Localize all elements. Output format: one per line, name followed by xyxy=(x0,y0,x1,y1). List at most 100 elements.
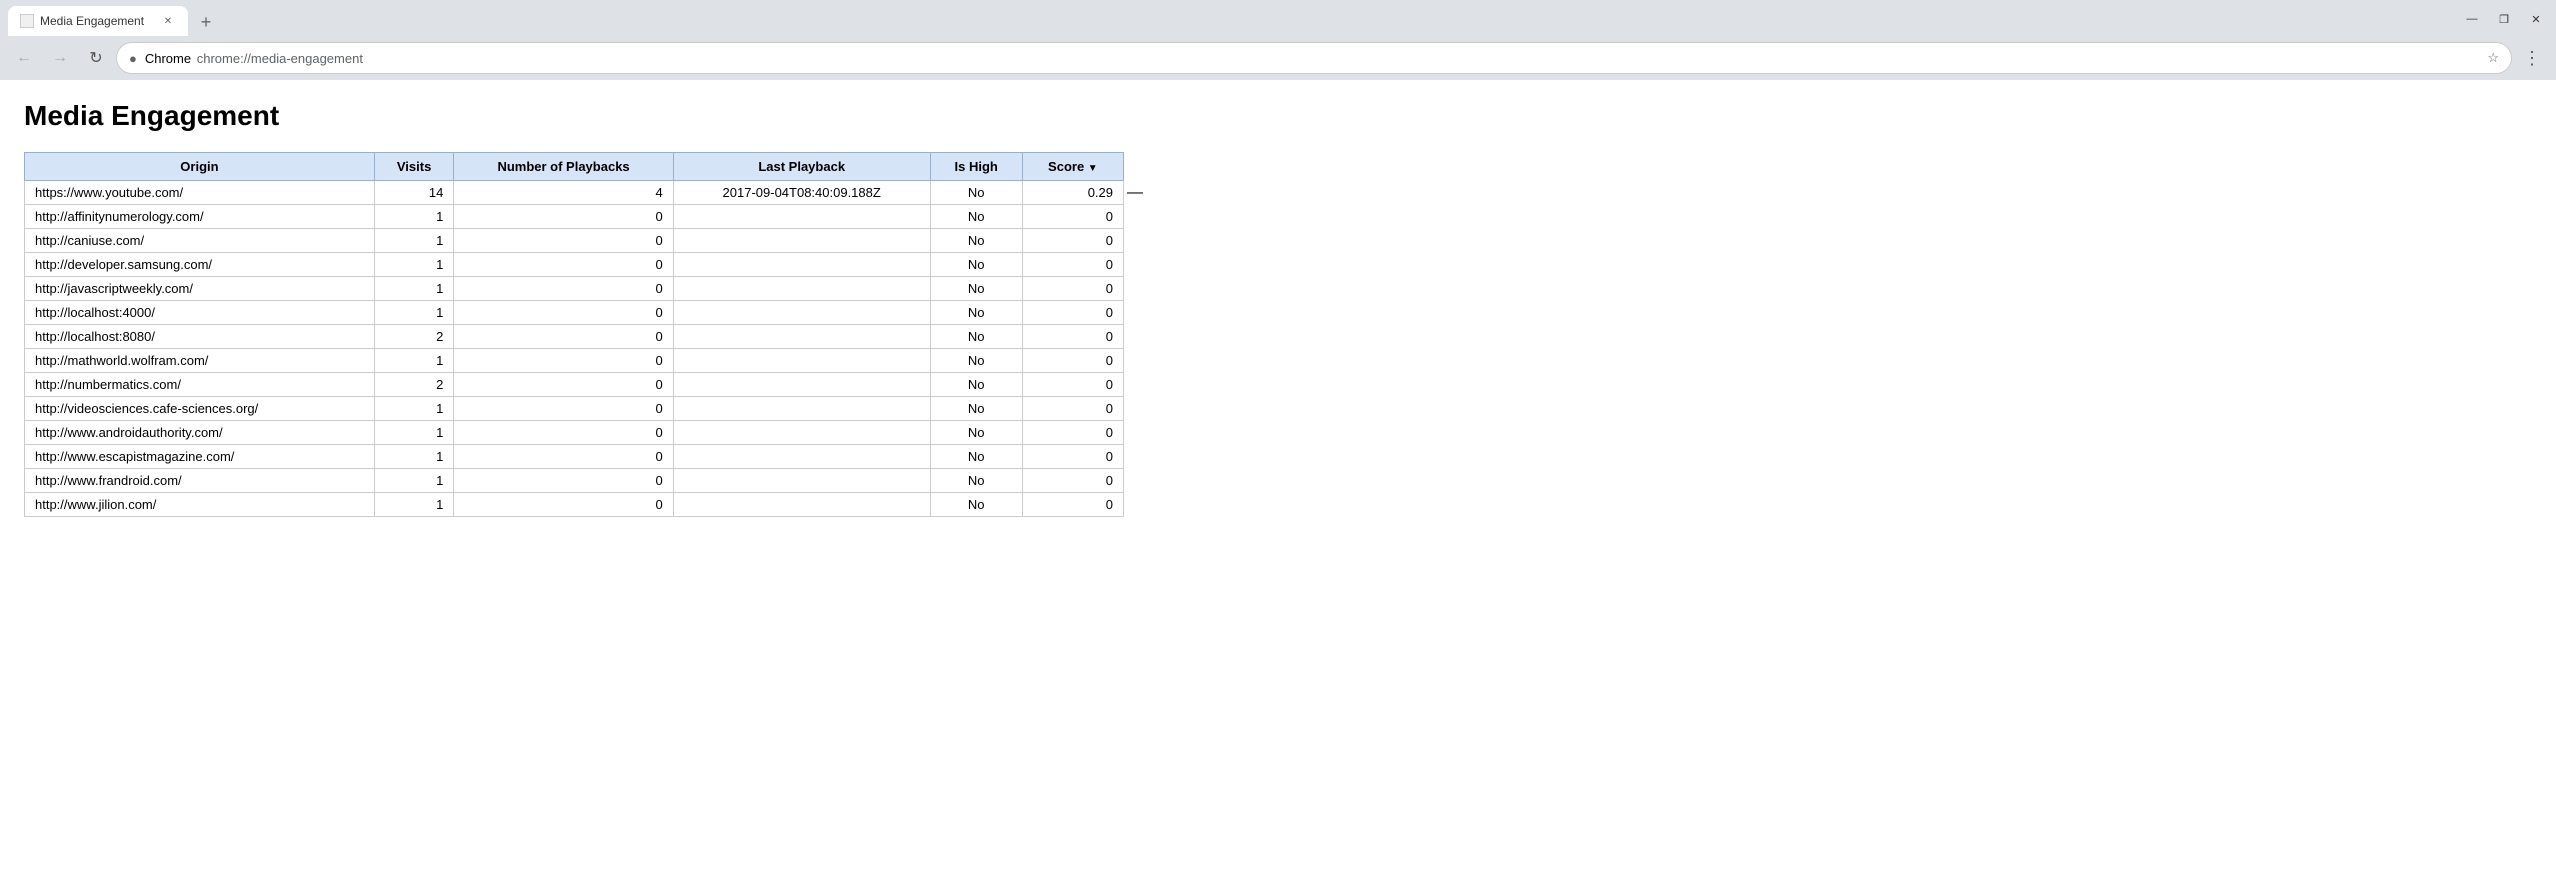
tab-favicon xyxy=(20,14,34,28)
cell-origin: http://www.jilion.com/ xyxy=(25,493,375,517)
forward-button[interactable]: → xyxy=(44,42,76,74)
cell-visits: 14 xyxy=(374,181,453,205)
cell-playbacks: 0 xyxy=(454,253,673,277)
table-row: http://www.escapistmagazine.com/10No0 xyxy=(25,445,1124,469)
page-title: Media Engagement xyxy=(24,100,2532,132)
cell-last-playback xyxy=(673,325,930,349)
toolbar: ← → ↻ ● Chrome chrome://media-engagement… xyxy=(0,36,2556,80)
cell-playbacks: 0 xyxy=(454,445,673,469)
cell-is-high: No xyxy=(930,445,1022,469)
table-row: http://developer.samsung.com/10No0 xyxy=(25,253,1124,277)
cell-last-playback xyxy=(673,445,930,469)
cell-is-high: No xyxy=(930,181,1022,205)
address-bar[interactable]: ● Chrome chrome://media-engagement ☆ xyxy=(116,42,2512,74)
cell-playbacks: 0 xyxy=(454,277,673,301)
cell-is-high: No xyxy=(930,277,1022,301)
cell-origin: http://affinitynumerology.com/ xyxy=(25,205,375,229)
cell-last-playback xyxy=(673,469,930,493)
minimize-button[interactable]: — xyxy=(2460,7,2484,31)
maximize-button[interactable]: ❐ xyxy=(2492,7,2516,31)
tab-strip: Media Engagement ✕ + xyxy=(8,6,220,36)
cell-last-playback xyxy=(673,301,930,325)
address-url: chrome://media-engagement xyxy=(193,51,363,66)
cell-visits: 1 xyxy=(374,397,453,421)
cell-is-high: No xyxy=(930,253,1022,277)
cell-score: 0 xyxy=(1022,373,1123,397)
table-row: http://mathworld.wolfram.com/10No0 xyxy=(25,349,1124,373)
new-tab-button[interactable]: + xyxy=(192,8,220,36)
col-header-score[interactable]: Score ▼ xyxy=(1022,153,1123,181)
cell-is-high: No xyxy=(930,205,1022,229)
cell-origin: http://videosciences.cafe-sciences.org/ xyxy=(25,397,375,421)
cell-last-playback xyxy=(673,397,930,421)
cell-score: 0 xyxy=(1022,229,1123,253)
cell-visits: 1 xyxy=(374,253,453,277)
cell-playbacks: 4 xyxy=(454,181,673,205)
close-button[interactable]: ✕ xyxy=(2524,7,2548,31)
cell-playbacks: 0 xyxy=(454,469,673,493)
cell-is-high: No xyxy=(930,373,1022,397)
window-controls: — ❐ ✕ xyxy=(2460,7,2548,35)
tab-title: Media Engagement xyxy=(40,14,156,28)
sort-indicator: ▼ xyxy=(1088,163,1098,174)
cell-visits: 1 xyxy=(374,349,453,373)
cell-score: 0 xyxy=(1022,301,1123,325)
cell-playbacks: 0 xyxy=(454,301,673,325)
table-row: https://www.youtube.com/1442017-09-04T08… xyxy=(25,181,1124,205)
title-bar: Media Engagement ✕ + — ❐ ✕ xyxy=(0,0,2556,36)
cell-visits: 1 xyxy=(374,493,453,517)
cell-last-playback xyxy=(673,205,930,229)
cell-is-high: No xyxy=(930,397,1022,421)
cell-origin: http://mathworld.wolfram.com/ xyxy=(25,349,375,373)
reload-button[interactable]: ↻ xyxy=(80,42,112,74)
cell-score: 0 xyxy=(1022,349,1123,373)
table-row: http://localhost:8080/20No0 xyxy=(25,325,1124,349)
cell-last-playback xyxy=(673,421,930,445)
cell-origin: http://javascriptweekly.com/ xyxy=(25,277,375,301)
cell-score: 0 xyxy=(1022,445,1123,469)
tab-close-button[interactable]: ✕ xyxy=(160,13,176,29)
cell-last-playback xyxy=(673,373,930,397)
cell-is-high: No xyxy=(930,301,1022,325)
cell-score: 0 xyxy=(1022,253,1123,277)
cell-origin: http://www.frandroid.com/ xyxy=(25,469,375,493)
cell-playbacks: 0 xyxy=(454,373,673,397)
cell-visits: 1 xyxy=(374,301,453,325)
table-row: http://www.jilion.com/10No0 xyxy=(25,493,1124,517)
cell-is-high: No xyxy=(930,229,1022,253)
cell-origin: http://numbermatics.com/ xyxy=(25,373,375,397)
cell-origin: http://caniuse.com/ xyxy=(25,229,375,253)
table-row: http://www.frandroid.com/10No0 xyxy=(25,469,1124,493)
cell-visits: 2 xyxy=(374,325,453,349)
cell-last-playback xyxy=(673,229,930,253)
table-row: http://caniuse.com/10No0 xyxy=(25,229,1124,253)
cell-visits: 2 xyxy=(374,373,453,397)
cell-last-playback xyxy=(673,493,930,517)
cell-score: 0 xyxy=(1022,421,1123,445)
table-row: http://numbermatics.com/20No0 xyxy=(25,373,1124,397)
cell-playbacks: 0 xyxy=(454,397,673,421)
cell-is-high: No xyxy=(930,421,1022,445)
cell-score: 0 xyxy=(1022,205,1123,229)
cell-score: 0 xyxy=(1022,277,1123,301)
browser-chrome: Media Engagement ✕ + — ❐ ✕ ← → ↻ ● Chrom… xyxy=(0,0,2556,80)
cell-score: 0 xyxy=(1022,325,1123,349)
cell-score: 0 xyxy=(1022,397,1123,421)
col-header-origin: Origin xyxy=(25,153,375,181)
menu-button[interactable]: ⋮ xyxy=(2516,42,2548,74)
cell-score: 0 xyxy=(1022,469,1123,493)
chrome-label: Chrome xyxy=(145,51,191,66)
page-content: Media Engagement Origin Visits Number of… xyxy=(0,80,2556,537)
cell-last-playback xyxy=(673,277,930,301)
active-tab[interactable]: Media Engagement ✕ xyxy=(8,6,188,36)
cell-origin: http://www.escapistmagazine.com/ xyxy=(25,445,375,469)
bookmark-star-icon[interactable]: ☆ xyxy=(2487,50,2499,66)
col-header-playbacks: Number of Playbacks xyxy=(454,153,673,181)
media-engagement-table: Origin Visits Number of Playbacks Last P… xyxy=(24,152,1124,517)
cell-last-playback xyxy=(673,253,930,277)
back-button[interactable]: ← xyxy=(8,42,40,74)
cell-visits: 1 xyxy=(374,277,453,301)
cell-playbacks: 0 xyxy=(454,493,673,517)
cell-playbacks: 0 xyxy=(454,205,673,229)
cell-visits: 1 xyxy=(374,445,453,469)
